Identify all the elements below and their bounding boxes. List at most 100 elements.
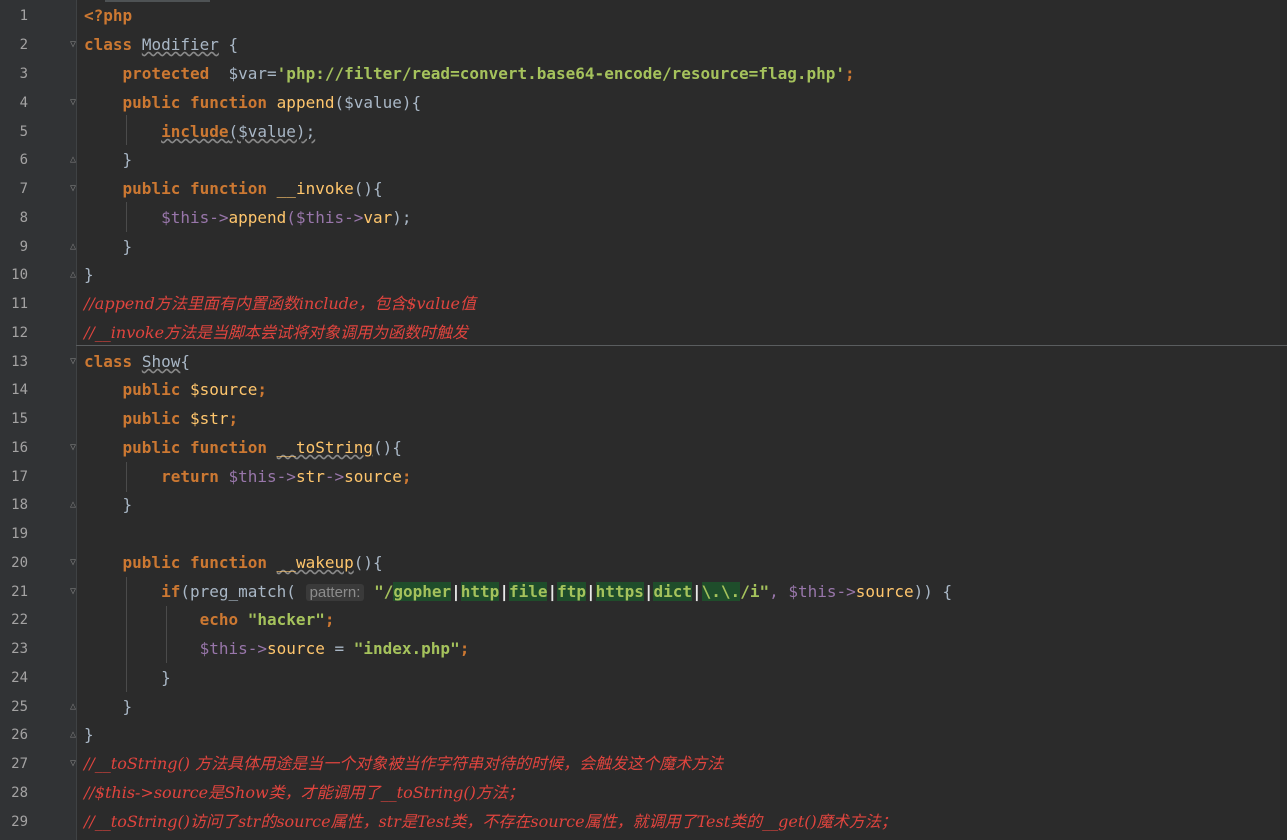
- fold-toggle-icon[interactable]: ▽: [68, 587, 78, 597]
- code-line-20[interactable]: 20 ▽ public function __wakeup(){: [0, 549, 1287, 578]
- code-line-5[interactable]: 5 include($value);: [0, 118, 1287, 147]
- code-line-16[interactable]: 16 ▽ public function __toString(){: [0, 434, 1287, 463]
- code-line-18[interactable]: 18 △ }: [0, 491, 1287, 520]
- regex-token: https: [595, 582, 644, 601]
- line-number: 27: [11, 756, 28, 772]
- code-line-9[interactable]: 9 △ }: [0, 233, 1287, 262]
- code-line-4[interactable]: 4 ▽ public function append($value){: [0, 89, 1287, 118]
- closing-brace: }: [161, 668, 171, 687]
- code-line-12[interactable]: 12 //__invoke方法是当脚本尝试将对象调用为函数时触发: [0, 319, 1287, 348]
- code-line-3[interactable]: 3 protected $var='php://filter/read=conv…: [0, 60, 1287, 89]
- params: (){: [353, 179, 383, 198]
- punct: );: [392, 208, 412, 227]
- code-editor[interactable]: 1 <?php 2 ▽ class Modifier { 3 protected…: [0, 0, 1287, 840]
- code-text: }: [84, 693, 133, 722]
- method-call: append: [228, 208, 287, 227]
- fold-toggle-icon[interactable]: ▽: [68, 98, 78, 108]
- code-line-7[interactable]: 7 ▽ public function __invoke(){: [0, 175, 1287, 204]
- code-line-13[interactable]: 13 ▽ class Show{: [0, 348, 1287, 377]
- closing-brace: }: [122, 237, 133, 256]
- code-line-1[interactable]: 1 <?php: [0, 2, 1287, 31]
- code-line-24[interactable]: 24 }: [0, 664, 1287, 693]
- this-ref: ($this->: [286, 208, 364, 227]
- regex-pipe: |: [547, 582, 558, 601]
- params: (){: [373, 438, 402, 457]
- fold-toggle-icon[interactable]: △: [68, 270, 78, 280]
- fold-toggle-icon[interactable]: ▽: [68, 40, 78, 50]
- fold-toggle-icon[interactable]: ▽: [68, 558, 78, 568]
- closing-brace: }: [122, 697, 133, 716]
- semicolon: ;: [228, 409, 239, 428]
- regex-pipe: |: [692, 582, 702, 601]
- code-line-2[interactable]: 2 ▽ class Modifier {: [0, 31, 1287, 60]
- keyword: public: [122, 409, 181, 428]
- line-number: 17: [11, 469, 28, 485]
- punct: )) {: [913, 582, 953, 601]
- code-line-8[interactable]: 8 $this->append($this->var);: [0, 204, 1287, 233]
- code-line-6[interactable]: 6 △ }: [0, 146, 1287, 175]
- semicolon: ;: [459, 639, 470, 658]
- arrow: ->: [324, 467, 345, 486]
- operator: =: [267, 64, 277, 83]
- closing-brace: }: [122, 495, 133, 514]
- property: $str: [189, 409, 229, 428]
- code-text: echo "hacker";: [84, 606, 335, 635]
- params: (){: [353, 553, 383, 572]
- semicolon: ;: [324, 610, 335, 629]
- regex-pipe: |: [586, 582, 596, 601]
- parameter-hint: pattern:: [305, 584, 365, 601]
- params: ($value);: [228, 122, 316, 141]
- fold-toggle-icon[interactable]: ▽: [68, 184, 78, 194]
- code-text: include($value);: [84, 118, 315, 147]
- code-line-19[interactable]: 19: [0, 520, 1287, 549]
- fold-toggle-icon[interactable]: ▽: [68, 357, 78, 367]
- code-line-26[interactable]: 26 △ }: [0, 721, 1287, 750]
- code-text: $this->append($this->var);: [84, 204, 412, 233]
- code-text: public function __invoke(){: [84, 175, 383, 204]
- regex-token: dict: [653, 582, 693, 601]
- line-number: 11: [11, 296, 28, 312]
- line-number: 19: [11, 526, 28, 542]
- code-line-23[interactable]: 23 $this->source = "index.php";: [0, 635, 1287, 664]
- comment: //__toString() 方法具体用途是当一个对象被当作字符串对待的时候，会…: [84, 754, 724, 773]
- code-line-27[interactable]: 27 ▽ //__toString() 方法具体用途是当一个对象被当作字符串对待…: [0, 750, 1287, 779]
- code-text: }: [84, 146, 133, 175]
- fold-toggle-icon[interactable]: △: [68, 242, 78, 252]
- operator: =: [324, 639, 354, 658]
- regex-token: http: [460, 582, 500, 601]
- code-line-11[interactable]: 11 //append方法里面有内置函数include，包含$value值: [0, 290, 1287, 319]
- string-quote: /i": [740, 582, 770, 601]
- fold-toggle-icon[interactable]: △: [68, 730, 78, 740]
- code-line-10[interactable]: 10 △ }: [0, 261, 1287, 290]
- method-name: __toString: [276, 438, 373, 457]
- regex-token: file: [508, 582, 548, 601]
- code-line-14[interactable]: 14 public $source;: [0, 376, 1287, 405]
- code-line-25[interactable]: 25 △ }: [0, 693, 1287, 722]
- line-number: 15: [11, 411, 28, 427]
- fold-toggle-icon[interactable]: △: [68, 500, 78, 510]
- line-number: 16: [11, 440, 28, 456]
- fold-toggle-icon[interactable]: ▽: [68, 443, 78, 453]
- fold-toggle-icon[interactable]: ▽: [68, 759, 78, 769]
- code-line-29[interactable]: 29 //__toString()访问了str的source属性，str是Tes…: [0, 808, 1287, 837]
- code-line-21[interactable]: 21 ▽ if(preg_match( pattern: "/gopher|ht…: [0, 578, 1287, 607]
- keyword: class: [84, 352, 133, 371]
- line-number: 29: [11, 814, 28, 830]
- string-literal: "index.php": [353, 639, 460, 658]
- code-text: }: [84, 233, 133, 262]
- code-line-17[interactable]: 17 return $this->str->source;: [0, 463, 1287, 492]
- code-line-28[interactable]: 28 //$this->source是Show类，才能调用了__toString…: [0, 779, 1287, 808]
- brace: {: [180, 352, 190, 371]
- keyword: public function: [122, 179, 268, 198]
- fold-toggle-icon[interactable]: △: [68, 155, 78, 165]
- property: source: [344, 467, 402, 486]
- code-line-15[interactable]: 15 public $str;: [0, 405, 1287, 434]
- include-keyword: include: [161, 122, 229, 141]
- line-number: 6: [19, 152, 28, 168]
- line-number: 21: [11, 584, 28, 600]
- code-text: public function __toString(){: [84, 434, 402, 463]
- code-line-22[interactable]: 22 echo "hacker";: [0, 606, 1287, 635]
- php-open-tag: <?php: [84, 6, 133, 25]
- line-number: 12: [11, 325, 28, 341]
- fold-toggle-icon[interactable]: △: [68, 702, 78, 712]
